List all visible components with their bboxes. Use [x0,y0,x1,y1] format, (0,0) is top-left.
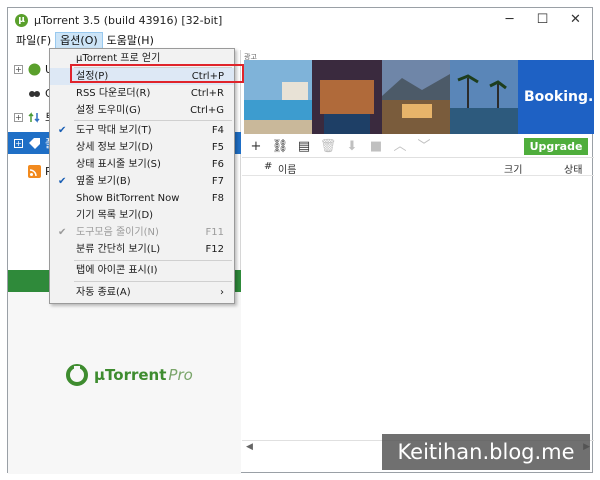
column-name[interactable]: 이름 [278,161,296,176]
move-up-icon[interactable]: ︿ [390,137,410,157]
menu-item-auto-shutdown[interactable]: 자동 종료(A) › [50,284,234,301]
menu-item-show-details[interactable]: 상세 정보 보기(D) F5 [50,139,234,156]
window-title: µTorrent 3.5 (build 43916) [32-bit] [34,13,223,27]
utorrent-logo-icon: µ [15,13,28,27]
checkmark-icon: ✔ [58,176,67,187]
submenu-arrow-icon: › [220,287,224,298]
utorrent-ring-icon [66,364,88,386]
scroll-left-icon[interactable]: ◀ [246,442,253,452]
move-down-icon[interactable]: ﹀ [414,137,434,157]
pro-suffix: Pro [168,366,193,384]
close-button[interactable]: ✕ [559,8,592,32]
column-status[interactable]: 상태 [564,161,582,176]
menu-separator [74,260,232,261]
menu-item-tab-icons[interactable]: 탭에 아이콘 표시(I) [50,262,234,279]
column-number[interactable]: # [264,161,272,172]
menu-item-rss-downloader[interactable]: RSS 다운로더(R) Ctrl+R [50,85,234,102]
ad-image-villa-dusk [382,60,450,134]
torrent-list-header: # 이름 크기 상태 [242,159,594,176]
checkmark-icon: ✔ [58,125,67,136]
menu-item-show-sidebar[interactable]: ✔ 옆줄 보기(B) F7 [50,173,234,190]
menu-item-compact-toolbar: ✔ 도구모음 줄이기(N) F11 [50,224,234,241]
menu-item-show-toolbar[interactable]: ✔ 도구 막대 보기(T) F4 [50,122,234,139]
ad-banner[interactable]: Booking.c [244,60,594,134]
menu-item-show-bittorrent-now[interactable]: Show BitTorrent Now F8 [50,190,234,207]
toolbar: + ⛓ ▤ 🗑 ⬇ ■ ︿ ﹀ Upgrade [242,136,594,158]
utorrent-pro-logo: µTorrent Pro [66,364,193,386]
title-bar: µ µTorrent 3.5 (build 43916) [32-bit] ─ … [8,8,592,32]
maximize-button[interactable]: ☐ [526,8,559,32]
menu-item-show-statusbar[interactable]: 상태 표시줄 보기(S) F6 [50,156,234,173]
utorrent-icon [28,63,41,75]
stop-icon[interactable]: ■ [366,137,386,157]
blog-watermark: Keitihan.blog.me [382,434,590,470]
expand-icon[interactable]: + [14,138,23,148]
download-icon[interactable]: ⬇ [342,137,362,157]
menu-separator [74,120,232,121]
ad-image-palm-beach [450,60,518,134]
menu-item-show-device-list[interactable]: 기기 목록 보기(D) [50,207,234,224]
column-size[interactable]: 크기 [504,161,522,176]
delete-icon[interactable]: 🗑 [318,137,338,157]
options-menu: µTorrent 프로 얻기 설정(P) Ctrl+P RSS 다운로더(R) Ct… [49,48,235,304]
minimize-button[interactable]: ─ [493,8,526,32]
devices-icon [29,90,40,97]
menu-item-compact-categories[interactable]: 분류 간단히 보기(L) F12 [50,241,234,258]
expand-icon[interactable]: + [14,64,23,74]
transfer-arrows-icon [28,111,40,123]
checkmark-icon: ✔ [58,227,67,238]
upgrade-button[interactable]: Upgrade [524,138,588,155]
add-torrent-icon[interactable]: + [246,137,266,157]
tag-icon [29,137,40,149]
booking-logo: Booking.c [518,60,594,134]
link-icon[interactable]: ⛓ [270,137,290,157]
menu-separator [74,281,232,282]
pro-promo-panel[interactable]: µTorrent Pro [8,292,241,474]
window-controls: ─ ☐ ✕ [493,8,592,32]
ad-image-hotel-night [312,60,382,134]
create-torrent-icon[interactable]: ▤ [294,137,314,157]
highlight-box [70,64,244,83]
pro-brand: µTorrent Pro [94,366,193,384]
menu-item-setup-guide[interactable]: 설정 도우미(G) Ctrl+G [50,102,234,119]
expand-icon[interactable]: + [14,112,23,122]
ad-image-resort-pool [244,60,312,134]
rss-icon [28,164,41,178]
